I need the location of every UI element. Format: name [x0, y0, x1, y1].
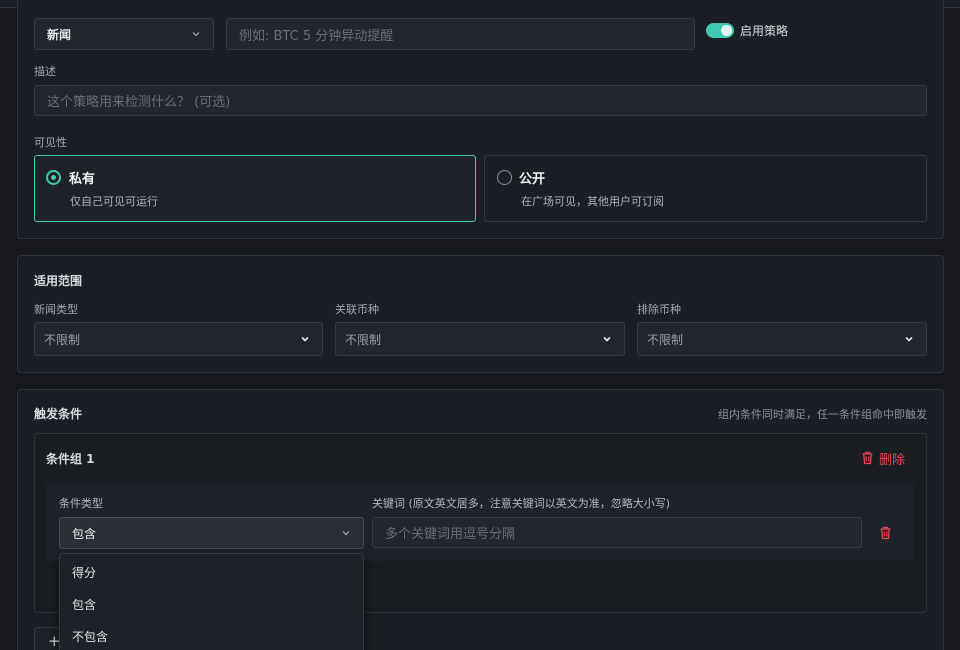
chevron-down-icon: [342, 531, 350, 536]
delete-group-button[interactable]: 删除: [861, 449, 906, 468]
private-title: 私有: [69, 172, 96, 187]
exclude-coin-value: 不限制: [647, 332, 684, 347]
toggle-knob: [721, 25, 732, 36]
visibility-public-option[interactable]: 公开 在广场可见，其他用户可订阅: [484, 155, 927, 222]
category-value: 新闻: [47, 27, 72, 42]
public-desc: 在广场可见，其他用户可订阅: [521, 195, 664, 208]
trash-icon: [862, 451, 873, 465]
keyword-placeholder: 多个关键词用逗号分隔: [385, 527, 516, 542]
trigger-hint: 组内条件同时满足，任一条件组命中即触发: [718, 408, 927, 421]
news-type-label: 新闻类型: [34, 303, 78, 316]
chevron-down-icon: [301, 336, 309, 342]
description-placeholder: 这个策略用来检测什么？ (可选): [47, 95, 231, 110]
delete-condition-button[interactable]: [879, 525, 892, 540]
related-coin-select[interactable]: 不限制: [335, 322, 625, 356]
enable-toggle[interactable]: [706, 23, 734, 38]
news-type-select[interactable]: 不限制: [34, 322, 323, 356]
radio-selected-icon: [46, 170, 61, 185]
news-type-value: 不限制: [44, 332, 81, 347]
dropdown-option-score[interactable]: 得分: [72, 564, 96, 581]
condition-type-label: 条件类型: [59, 497, 103, 510]
description-input[interactable]: 这个策略用来检测什么？ (可选): [34, 85, 927, 116]
related-coin-label: 关联币种: [335, 303, 379, 316]
chevron-down-icon: [905, 336, 913, 342]
visibility-label: 可见性: [34, 136, 67, 149]
dropdown-option-not-contains[interactable]: 不包含: [72, 628, 108, 645]
strategy-name-input[interactable]: 例如: BTC 5 分钟异动提醒: [226, 18, 695, 50]
visibility-private-option[interactable]: 私有 仅自己可见可运行: [34, 155, 476, 222]
exclude-coin-label: 排除币种: [637, 303, 681, 316]
exclude-coin-select[interactable]: 不限制: [637, 322, 927, 356]
strategy-name-placeholder: 例如: BTC 5 分钟异动提醒: [239, 28, 394, 44]
radio-unselected-icon: [497, 170, 512, 185]
category-select[interactable]: 新闻: [34, 18, 214, 50]
condition-type-dropdown: 得分 包含 不包含: [59, 553, 364, 650]
trash-icon: [880, 526, 891, 540]
private-desc: 仅自己可见可运行: [70, 195, 158, 208]
enable-label: 启用策略: [740, 24, 789, 38]
chevron-down-icon: [192, 32, 200, 37]
condition-type-select[interactable]: 包含: [59, 517, 364, 549]
related-coin-value: 不限制: [345, 332, 382, 347]
description-label: 描述: [34, 65, 56, 78]
public-title: 公开: [519, 172, 546, 187]
dropdown-option-contains[interactable]: 包含: [72, 596, 96, 613]
keyword-input[interactable]: 多个关键词用逗号分隔: [372, 517, 862, 548]
chevron-down-icon: [603, 336, 611, 342]
delete-group-label: 删除: [879, 452, 906, 468]
condition-group-title: 条件组 1: [46, 452, 95, 466]
condition-type-value: 包含: [72, 526, 97, 541]
keyword-label: 关键词 (原文英文居多，注意关键词以英文为准，忽略大小写): [372, 497, 671, 510]
trigger-title: 触发条件: [34, 407, 83, 421]
scope-title: 适用范围: [34, 274, 83, 288]
